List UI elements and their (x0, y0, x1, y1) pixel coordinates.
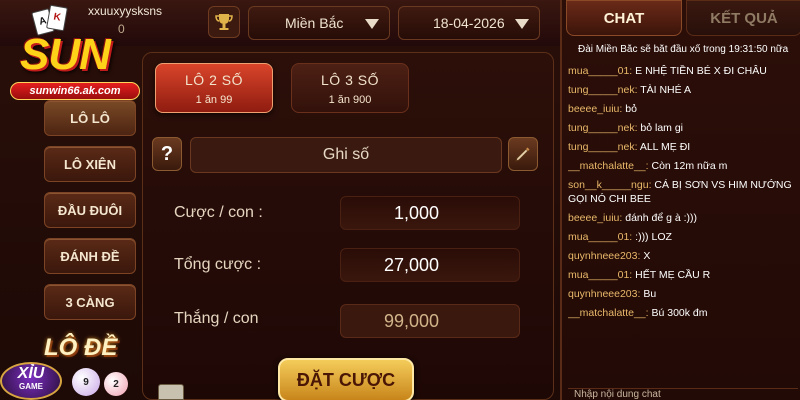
sidebar-item-lo-lo[interactable]: LÔ LÔ (44, 100, 136, 136)
help-button[interactable]: ? (152, 137, 182, 171)
chat-message: tung_____nek: bỏ lam gi (568, 122, 684, 134)
leaderboard-button[interactable] (208, 6, 240, 38)
chat-message: beeee_iuiu: đánh để g à :))) (568, 212, 698, 224)
date-select[interactable]: 18-04-2026 (398, 6, 540, 40)
game-mode-sidebar: LÔ LÔ LÔ XIÊN ĐẦU ĐUÔI ĐÁNH ĐỀ 3 CÀNG (40, 100, 140, 330)
lottery-ball-icon: 9 (72, 368, 100, 396)
chat-message: mua_____01: E NHỆ TIỀN BÉ X ĐI CHÂU (568, 65, 767, 77)
chat-panel: CHAT KẾT QUẢ Đài Miền Bắc sẽ bắt đầu xổ … (560, 0, 800, 400)
lottery-ball-icon: 2 (104, 372, 128, 396)
region-value: Miền Bắc (285, 15, 344, 31)
place-bet-button[interactable]: ĐẶT CƯỢC (278, 358, 414, 400)
numbers-input[interactable]: Ghi số (190, 137, 502, 173)
win-per-number-label: Thắng / con (174, 310, 259, 327)
trophy-icon (215, 14, 233, 30)
chat-message: mua_____01: :))) LOZ (568, 231, 672, 243)
bet-per-number-label: Cược / con : (174, 204, 263, 221)
tab-ket-qua[interactable]: KẾT QUẢ (686, 0, 800, 36)
question-icon: ? (160, 142, 174, 165)
numbers-placeholder: Ghi số (322, 146, 370, 163)
sidebar-item-lo-xien[interactable]: LÔ XIÊN (44, 146, 136, 182)
sidebar-item-dau-duoi[interactable]: ĐẦU ĐUÔI (44, 192, 136, 228)
sidebar-item-3-cang[interactable]: 3 CÀNG (44, 284, 136, 320)
sidebar-item-danh-de[interactable]: ĐÁNH ĐỀ (44, 238, 136, 274)
chat-message: __matchalatte__: Bú 300k đm (568, 307, 708, 319)
chat-message: tung_____nek: ALL MẸ ĐI (568, 141, 691, 153)
chat-message: son__k_____ngu: CÁ BỊ SƠN VS HIM NƯỚNG (568, 179, 792, 191)
chat-message: mua_____01: HẾT MẸ CẦU R (568, 269, 711, 281)
chat-input[interactable]: Nhập nội dung chat (568, 388, 798, 400)
total-bet-label: Tổng cược : (174, 256, 262, 273)
tab-chat[interactable]: CHAT (566, 0, 682, 36)
chat-message: quynhneee203: Bu (568, 288, 657, 300)
chat-message: GỌI NÓ CHI BEE (568, 193, 651, 205)
draw-countdown-notice: Đài Miền Bắc sẽ bắt đầu xổ trong 19:31:5… (578, 44, 789, 55)
total-bet-value: 27,000 (340, 248, 520, 282)
logo-text: SUN (20, 30, 111, 79)
xiu-game-badge[interactable]: XỈU GAME (0, 362, 62, 400)
chat-message: tung_____nek: TÀI NHÉ A (568, 84, 691, 96)
chat-message: quynhneee203: X (568, 250, 651, 262)
bet-per-number-input[interactable]: 1,000 (340, 196, 520, 230)
chevron-down-icon (515, 19, 529, 29)
logo-url: sunwin66.ak.com (10, 82, 140, 100)
tab-lo-3-so[interactable]: LÔ 3 SỐ 1 ăn 900 (291, 63, 409, 113)
pencil-icon (515, 147, 530, 162)
win-per-number-value: 99,000 (340, 304, 520, 338)
chat-message: __matchalatte__: Còn 12m nữa m (568, 160, 728, 172)
region-select[interactable]: Miền Bắc (248, 6, 390, 40)
edit-numbers-button[interactable] (508, 137, 538, 171)
chevron-down-icon (365, 19, 379, 29)
lo-de-title: LÔ ĐỀ (44, 334, 118, 361)
date-value: 18-04-2026 (433, 15, 505, 31)
chat-message: beeee_iuiu: bỏ (568, 103, 637, 115)
brand-logo: A K SUN sunwin66.ak.com (0, 0, 150, 108)
chat-message-list[interactable]: mua_____01: E NHỆ TIỀN BÉ X ĐI CHÂU tung… (568, 64, 800, 386)
notes-icon[interactable] (158, 384, 184, 400)
tab-lo-2-so[interactable]: LÔ 2 SỐ 1 ăn 99 (155, 63, 273, 113)
chat-input-placeholder: Nhập nội dung chat (574, 389, 661, 400)
